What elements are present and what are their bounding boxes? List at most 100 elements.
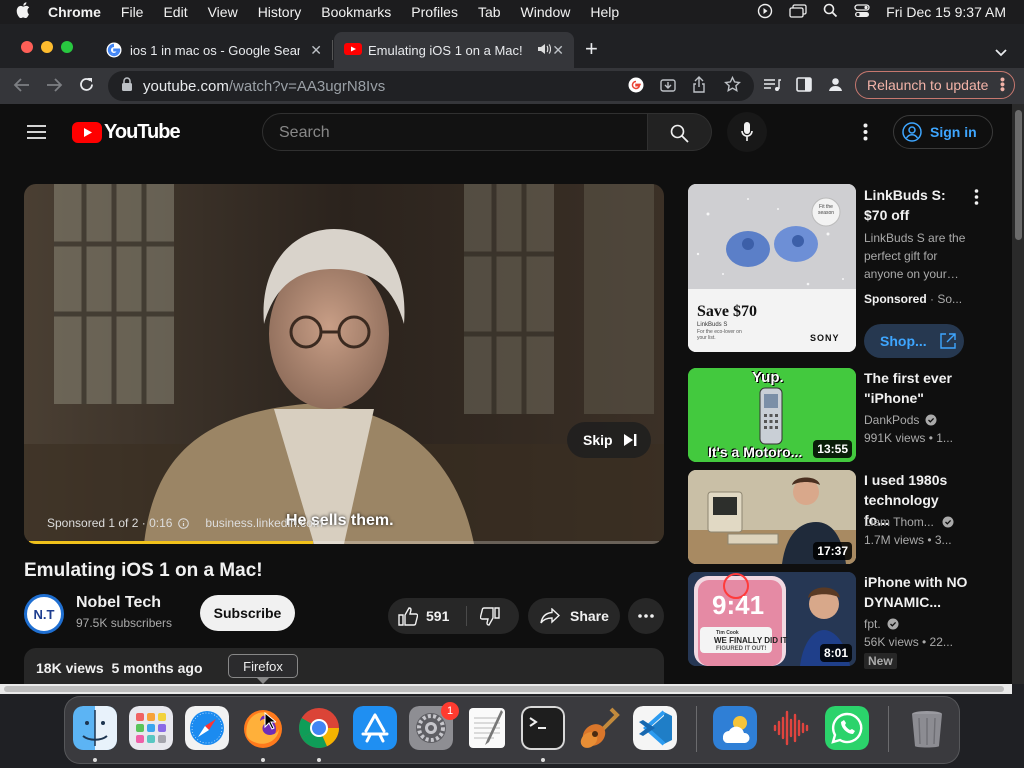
dock-weather[interactable] [713, 706, 757, 750]
skip-ad-button[interactable]: Skip [567, 422, 651, 458]
sign-in-button[interactable]: Sign in [893, 115, 993, 149]
video-thumbnail[interactable]: 17:37 [688, 470, 856, 564]
video-duration: 13:55 [813, 440, 852, 458]
tab-label: Emulating iOS 1 on a Mac! [368, 42, 523, 58]
ad-title[interactable]: LinkBuds S: $70 off [864, 185, 960, 225]
menu-history[interactable]: History [258, 4, 302, 20]
side-panel-icon[interactable] [796, 77, 812, 97]
install-app-icon[interactable] [660, 77, 676, 98]
dock-terminal[interactable] [521, 706, 565, 750]
media-controls-icon[interactable] [763, 77, 781, 98]
settings-more-icon[interactable] [863, 123, 868, 146]
description-box[interactable]: 18K views 5 months ago [24, 648, 664, 684]
speaker-icon[interactable] [537, 43, 551, 58]
video-thumbnail[interactable]: 9:41 Tim Cook WE FINALLY DID IT FIGURED … [688, 572, 856, 666]
audio-waveform-icon [773, 710, 809, 746]
more-actions-button[interactable] [628, 598, 664, 634]
bookmark-star-icon[interactable] [724, 75, 741, 98]
channel-avatar[interactable]: N.T [24, 594, 64, 634]
shop-button[interactable]: Shop... [864, 324, 964, 358]
weather-icon [713, 706, 757, 750]
minimize-window-button[interactable] [41, 41, 53, 53]
progress-track[interactable] [29, 541, 659, 544]
dock-app-store[interactable] [353, 706, 397, 750]
video-player[interactable]: He sells them. Sponsored 1 of 2 · 0:16 b… [24, 184, 664, 544]
menu-bookmarks[interactable]: Bookmarks [321, 4, 391, 20]
menu-tab[interactable]: Tab [478, 4, 501, 20]
google-lens-icon[interactable] [628, 77, 644, 98]
dock-trash[interactable] [905, 706, 949, 750]
dock-garageband[interactable] [577, 706, 621, 750]
dock-finder[interactable] [73, 706, 117, 750]
channel-name[interactable]: Nobel Tech [76, 594, 161, 612]
screen-mirroring-icon[interactable] [789, 3, 807, 21]
zoom-window-button[interactable] [61, 41, 73, 53]
video-title-link[interactable]: The first ever "iPhone" [864, 368, 974, 408]
like-button[interactable]: 591 [398, 598, 449, 634]
dock-chrome[interactable] [297, 706, 341, 750]
forward-button[interactable] [45, 77, 63, 98]
channel-name[interactable]: Liam Thom... [864, 515, 934, 529]
dock-launchpad[interactable] [129, 706, 173, 750]
back-button[interactable] [13, 77, 31, 98]
channel-name[interactable]: fpt. [864, 617, 881, 631]
hamburger-menu-icon[interactable] [27, 125, 46, 144]
video-meta: 1.7M views • 3... [864, 533, 952, 547]
voice-search-button[interactable] [727, 112, 767, 152]
dock-safari[interactable] [185, 706, 229, 750]
menu-edit[interactable]: Edit [163, 4, 187, 20]
external-link-icon [939, 332, 957, 350]
close-window-button[interactable] [21, 41, 33, 53]
dock-textedit[interactable] [465, 706, 509, 750]
control-center-icon[interactable] [854, 3, 870, 21]
menu-file[interactable]: File [121, 4, 144, 20]
dock-whatsapp[interactable] [825, 706, 869, 750]
lock-icon[interactable] [121, 77, 133, 95]
skip-label: Skip [583, 432, 613, 448]
profile-icon[interactable] [827, 76, 844, 98]
dock-vscode[interactable] [633, 706, 677, 750]
share-button[interactable]: Share [528, 598, 620, 634]
relaunch-button[interactable]: Relaunch to update ••• [855, 71, 1015, 99]
search-button[interactable] [648, 113, 712, 151]
tab-emulating-ios[interactable]: Emulating iOS 1 on a Mac! ✕ [334, 32, 574, 68]
sponsor-tail: · So... [930, 292, 963, 306]
menu-app-name[interactable]: Chrome [48, 4, 101, 20]
spotlight-search-icon[interactable] [823, 3, 838, 21]
apple-menu-icon[interactable] [16, 1, 30, 23]
dislike-button[interactable] [479, 607, 500, 631]
more-menu-icon[interactable]: ••• [995, 77, 1011, 92]
share-page-icon[interactable] [692, 76, 706, 98]
address-bar[interactable]: youtube.com/watch?v=AA3ugrN8Ivs [108, 71, 754, 101]
menu-window[interactable]: Window [521, 4, 571, 20]
shop-label: Shop... [880, 333, 927, 349]
tab-search-chevron-icon[interactable] [995, 44, 1007, 62]
close-tab-icon[interactable]: ✕ [310, 42, 322, 59]
search-input[interactable]: Search [262, 113, 648, 151]
close-tab-icon[interactable]: ✕ [552, 42, 564, 59]
ad-options-icon[interactable] [974, 189, 979, 210]
menu-clock[interactable]: Fri Dec 15 9:37 AM [886, 4, 1006, 20]
horizontal-scrollbar-thumb[interactable] [4, 686, 1004, 692]
menu-view[interactable]: View [208, 4, 238, 20]
subscribe-button[interactable]: Subscribe [200, 595, 295, 631]
menu-profiles[interactable]: Profiles [411, 4, 458, 20]
youtube-logo[interactable]: YouTube [72, 121, 181, 144]
dock-audio-app[interactable] [769, 706, 813, 750]
dock-firefox[interactable] [241, 706, 285, 750]
play-status-icon[interactable] [757, 3, 773, 22]
reload-button[interactable] [78, 76, 95, 98]
new-tab-button[interactable]: + [585, 38, 598, 60]
horizontal-scrollbar[interactable] [0, 684, 1012, 694]
firefox-running-dot [261, 758, 265, 762]
ad-thumbnail[interactable]: Fit the season Save $70 LinkBuds S For t… [688, 184, 856, 352]
tab-google-search[interactable]: ios 1 in mac os - Google Search ✕ [96, 32, 332, 68]
page-scrollbar-thumb[interactable] [1015, 110, 1022, 240]
ad-url[interactable]: business.linkedin.com [205, 516, 322, 530]
channel-name[interactable]: DankPods [864, 413, 919, 427]
video-title-link[interactable]: iPhone with NO DYNAMIC... [864, 572, 974, 612]
terminal-running-dot [541, 758, 545, 762]
video-thumbnail[interactable]: Yup. It's a Motoro... 13:55 [688, 368, 856, 462]
menu-help[interactable]: Help [590, 4, 619, 20]
info-icon[interactable] [178, 517, 190, 529]
